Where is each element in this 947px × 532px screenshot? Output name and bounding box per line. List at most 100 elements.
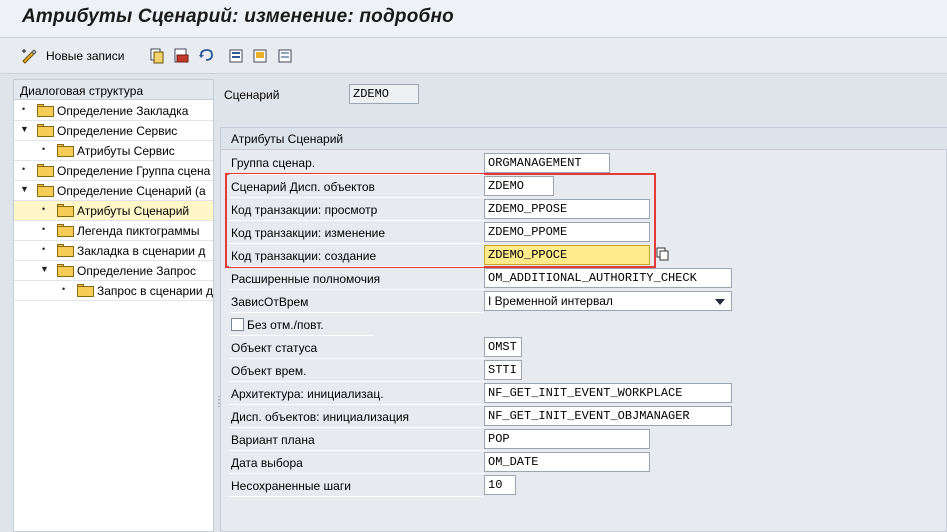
nav-item-label: Атрибуты Сервис <box>77 144 175 158</box>
time-object-label: Объект врем. <box>231 364 307 378</box>
nav-item-label: Определение Сценарий (а <box>57 184 206 198</box>
scenario-group-label: Группа сценар. <box>231 156 316 170</box>
row-divider <box>229 496 484 497</box>
row-divider <box>229 381 484 382</box>
expand-down-icon[interactable]: ▼ <box>20 124 29 134</box>
nav-item-query-definition[interactable]: ▼ Определение Запрос <box>14 261 213 281</box>
nav-item-icon-legend[interactable]: • Легенда пиктограммы <box>14 221 213 241</box>
no-undo-redo-checkbox[interactable] <box>231 318 244 331</box>
dialog-structure-panel: Диалоговая структура • Определение Закла… <box>13 79 214 532</box>
nav-item-tab-in-scenario[interactable]: • Закладка в сценарии д <box>14 241 213 261</box>
folder-icon <box>37 184 54 197</box>
nav-item-scenario-group-definition[interactable]: • Определение Группа сцена <box>14 161 213 181</box>
nav-item-query-in-scenario[interactable]: • Запрос в сценарии д <box>14 281 213 301</box>
bullet-icon: • <box>22 164 26 174</box>
folder-icon <box>57 224 74 237</box>
nav-item-label: Легенда пиктограммы <box>77 224 200 238</box>
page-title: Атрибуты Сценарий: изменение: подробно <box>22 6 454 27</box>
object-manager-init-label: Дисп. объектов: инициализация <box>231 410 410 424</box>
row-divider <box>229 243 484 244</box>
nav-item-tab-definition[interactable]: • Определение Закладка <box>14 101 213 121</box>
scenario-label: Сценарий <box>224 88 280 102</box>
new-entries-label: Новые записи <box>46 49 125 63</box>
row-divider <box>229 312 484 313</box>
time-dependency-label: ЗависОтВрем <box>231 295 309 309</box>
dropdown-arrow-icon[interactable] <box>715 299 725 305</box>
copy-as-button[interactable] <box>148 46 166 66</box>
row-divider <box>229 427 484 428</box>
dialog-structure-header: Диалоговая структура <box>14 80 213 100</box>
nav-item-label: Запрос в сценарии д <box>97 284 213 298</box>
nav-item-label: Определение Сервис <box>57 124 178 138</box>
plan-version-field[interactable]: POP <box>484 429 650 449</box>
pencil-icon <box>20 47 38 65</box>
row-divider <box>229 289 484 290</box>
scenario-field: ZDEMO <box>349 84 419 104</box>
no-undo-redo-label: Без отм./повт. <box>247 318 324 332</box>
nav-item-service-definition[interactable]: ▼ Определение Сервис <box>14 121 213 141</box>
extended-authority-field[interactable]: OM_ADDITIONAL_AUTHORITY_CHECK <box>484 268 732 288</box>
status-object-label: Объект статуса <box>231 341 318 355</box>
extended-authority-label: Расширенные полномочия <box>231 272 381 286</box>
architecture-init-label: Архитектура: инициализац. <box>231 387 384 401</box>
bullet-icon: • <box>22 104 26 114</box>
nav-item-scenario-attributes[interactable]: • Атрибуты Сценарий <box>14 201 213 221</box>
row-divider <box>229 197 484 198</box>
row-divider <box>229 174 484 175</box>
bullet-icon: • <box>42 244 46 254</box>
select-all-button[interactable] <box>227 46 245 66</box>
delete-icon <box>172 47 190 65</box>
plan-version-label: Вариант плана <box>231 433 315 447</box>
expand-down-icon[interactable]: ▼ <box>40 264 49 274</box>
nav-item-label: Определение Запрос <box>77 264 196 278</box>
undo-change-button[interactable] <box>197 46 215 66</box>
select-block-button[interactable] <box>251 46 269 66</box>
row-divider <box>229 220 484 221</box>
row-divider <box>229 335 374 336</box>
group-title: Атрибуты Сценарий <box>221 128 947 150</box>
expand-down-icon[interactable]: ▼ <box>20 184 29 194</box>
time-dependency-value: I Временной интервал <box>488 294 613 308</box>
nav-item-service-attributes[interactable]: • Атрибуты Сервис <box>14 141 213 161</box>
folder-icon <box>37 164 54 177</box>
deselect-all-icon <box>276 47 294 65</box>
folder-icon <box>57 264 74 277</box>
nav-item-label: Атрибуты Сценарий <box>77 204 190 218</box>
nav-item-label: Закладка в сценарии д <box>77 244 206 258</box>
new-entries-button[interactable]: Новые записи <box>20 46 124 66</box>
open-folder-icon <box>57 204 74 217</box>
row-divider <box>229 358 484 359</box>
time-dependency-dropdown[interactable]: I Временной интервал <box>484 291 732 311</box>
unsaved-steps-field[interactable]: 10 <box>484 475 516 495</box>
row-divider <box>229 450 484 451</box>
row-divider <box>229 404 484 405</box>
bullet-icon: • <box>42 224 46 234</box>
nav-item-scenario-definition[interactable]: ▼ Определение Сценарий (а <box>14 181 213 201</box>
nav-item-label: Определение Закладка <box>57 104 189 118</box>
time-object-field[interactable]: STTI <box>484 360 522 380</box>
select-block-icon <box>251 47 269 65</box>
unsaved-steps-label: Несохраненные шаги <box>231 479 351 493</box>
copy-icon <box>148 47 166 65</box>
object-manager-init-field[interactable]: NF_GET_INIT_EVENT_OBJMANAGER <box>484 406 732 426</box>
architecture-init-field[interactable]: NF_GET_INIT_EVENT_WORKPLACE <box>484 383 732 403</box>
folder-icon <box>57 144 74 157</box>
title-bar: Атрибуты Сценарий: изменение: подробно <box>0 0 947 38</box>
copy-value-icon[interactable] <box>656 247 670 261</box>
folder-icon <box>37 104 54 117</box>
bullet-icon: • <box>42 204 46 214</box>
folder-icon <box>37 124 54 137</box>
folder-icon <box>57 244 74 257</box>
deselect-all-button[interactable] <box>276 46 294 66</box>
application-toolbar: Новые записи <box>0 38 947 74</box>
scenario-group-field[interactable]: ORGMANAGEMENT <box>484 153 610 173</box>
status-object-field[interactable]: OMST <box>484 337 522 357</box>
bullet-icon: • <box>62 284 66 294</box>
selection-date-label: Дата выбора <box>231 456 303 470</box>
delete-button[interactable] <box>172 46 190 66</box>
select-all-icon <box>227 47 245 65</box>
row-divider <box>229 266 484 267</box>
row-divider <box>229 473 484 474</box>
undo-icon <box>197 47 215 65</box>
selection-date-field[interactable]: OM_DATE <box>484 452 650 472</box>
